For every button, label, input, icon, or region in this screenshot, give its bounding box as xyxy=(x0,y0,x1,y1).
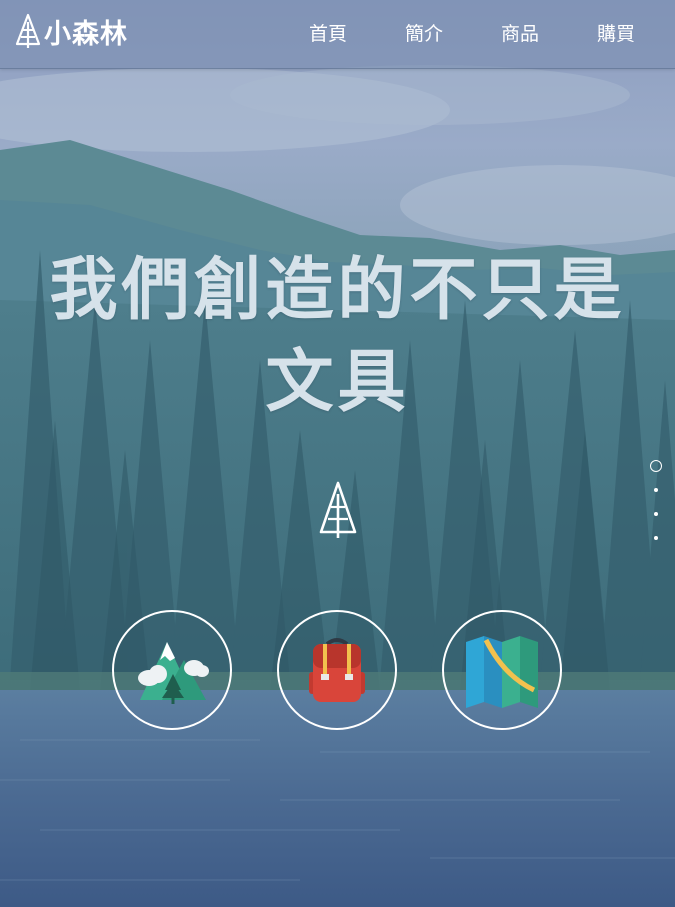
slider-dot-2[interactable] xyxy=(654,488,658,492)
hero-title-line2: 文具 xyxy=(265,343,410,422)
slider-dot-1[interactable] xyxy=(650,460,662,472)
slider-pagination xyxy=(648,458,664,548)
nav-item-about[interactable]: 簡介 xyxy=(405,21,443,47)
nav-item-home[interactable]: 首頁 xyxy=(309,21,347,47)
hero-title: 我們創造的不只是 文具 xyxy=(0,245,675,429)
hero-background-image xyxy=(0,0,675,907)
top-navbar: 小森林 首頁 簡介 商品 購買 xyxy=(0,0,675,69)
nav-item-buy[interactable]: 購買 xyxy=(597,21,635,47)
tree-icon xyxy=(15,13,41,48)
nav-item-products[interactable]: 商品 xyxy=(501,21,539,47)
mountain-icon xyxy=(138,642,209,704)
feature-map-button[interactable] xyxy=(442,610,562,730)
slider-dot-4[interactable] xyxy=(654,536,658,540)
slider-dot-3[interactable] xyxy=(654,512,658,516)
brand-name: 小森林 xyxy=(44,18,128,50)
brand-logo[interactable]: 小森林 xyxy=(14,11,128,51)
hero-title-line1: 我們創造的不只是 xyxy=(49,251,626,330)
map-icon xyxy=(466,636,538,708)
backpack-icon xyxy=(309,638,365,702)
tree-outline-icon xyxy=(319,481,357,538)
feature-mountain-button[interactable] xyxy=(112,610,232,730)
feature-backpack-button[interactable] xyxy=(277,610,397,730)
